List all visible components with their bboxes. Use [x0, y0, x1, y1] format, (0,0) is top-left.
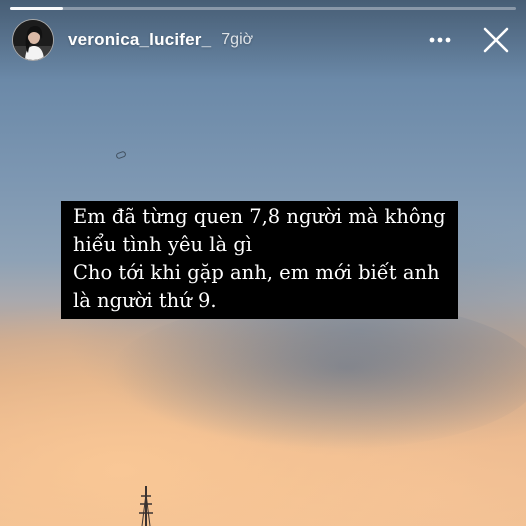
- more-horizontal-icon: [429, 37, 451, 43]
- background-cloud: [110, 300, 526, 450]
- caption-line: hiểu tình yêu là gì: [73, 233, 253, 256]
- caption-line: Em đã từng quen 7,8 người mà không: [73, 205, 446, 228]
- close-icon: [483, 27, 509, 53]
- username[interactable]: veronica_lucifer_: [68, 30, 211, 50]
- story-caption: Em đã từng quen 7,8 người mà không hiểu …: [61, 201, 471, 319]
- story-header: veronica_lucifer_ 7giờ: [12, 16, 514, 64]
- avatar[interactable]: [12, 19, 54, 61]
- story-progress-fill: [10, 7, 64, 10]
- antenna-tower-icon: [139, 486, 153, 526]
- more-options-button[interactable]: [422, 22, 458, 58]
- timestamp: 7giờ: [221, 31, 254, 48]
- sky-speck: [115, 150, 127, 160]
- story-progress-bar: [10, 7, 516, 10]
- story-viewer[interactable]: veronica_lucifer_ 7giờ Em đã từng quen 7…: [0, 0, 526, 526]
- profile-avatar-icon: [13, 20, 53, 60]
- caption-line: Cho tới khi gặp anh, em mới biết anh: [73, 261, 440, 284]
- caption-line: là người thứ 9.: [73, 289, 217, 312]
- caption-box: Em đã từng quen 7,8 người mà không hiểu …: [61, 201, 458, 319]
- close-button[interactable]: [478, 22, 514, 58]
